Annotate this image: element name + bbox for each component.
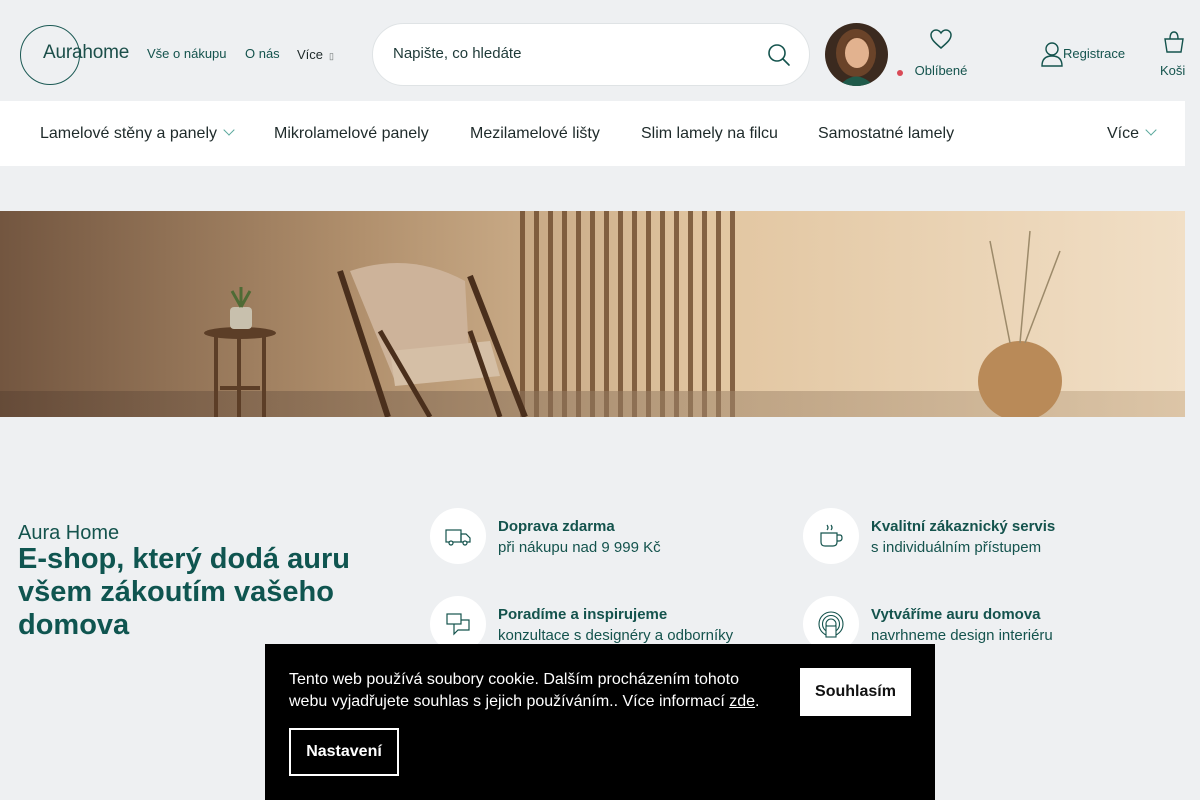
- category-label: Lamelové stěny a panely: [40, 125, 217, 142]
- user-icon[interactable]: [1041, 41, 1063, 67]
- feature-desc: navrhneme design interiéru: [871, 627, 1053, 644]
- feature-icon-circle: [430, 508, 486, 564]
- feature-title: Poradíme a inspirujeme: [498, 606, 668, 623]
- cart-link[interactable]: Koši: [1160, 63, 1185, 78]
- category-slim-lamely[interactable]: Slim lamely na filcu: [641, 125, 778, 143]
- search-box: [372, 23, 810, 86]
- category-lamelove-steny[interactable]: Lamelové stěny a panely: [40, 124, 235, 143]
- cookie-info-link[interactable]: zde: [729, 693, 755, 710]
- cup-icon: [820, 524, 843, 547]
- header: Aurahome Vše o nákupu O nás Více ▯ Oblíbe…: [0, 0, 1200, 101]
- intro-subtitle: Aura Home: [18, 522, 120, 544]
- feature-desc: konzultace s designéry a odborníky: [498, 627, 734, 644]
- heart-icon: [930, 29, 952, 49]
- status-dot: [897, 70, 903, 76]
- category-more-button[interactable]: Více: [1107, 124, 1157, 143]
- more-arrow-icon: ▯: [329, 51, 334, 61]
- cookie-text-end: .: [755, 693, 760, 710]
- cart-icon[interactable]: [1162, 30, 1186, 54]
- feature-icon-circle: [803, 508, 859, 564]
- chevron-down-icon: [1145, 124, 1157, 136]
- cookie-settings-button[interactable]: Nastavení: [289, 728, 399, 776]
- nav-link-about-us[interactable]: O nás: [245, 46, 280, 61]
- avatar[interactable]: [825, 23, 888, 86]
- hero-banner[interactable]: [0, 211, 1185, 417]
- chevron-down-icon: [223, 124, 235, 136]
- hero-image: [0, 211, 1185, 417]
- search-icon[interactable]: [767, 43, 791, 67]
- nav-more-button[interactable]: Více ▯: [297, 47, 334, 62]
- category-samostatne-lamely[interactable]: Samostatné lamely: [818, 125, 954, 143]
- chat-icon: [446, 613, 470, 636]
- nav-more-label: Více: [297, 47, 324, 62]
- category-mikrolamelove-panely[interactable]: Mikrolamelové panely: [274, 125, 429, 143]
- feature-desc: při nákupu nad 9 999 Kč: [498, 539, 661, 556]
- category-nav: Lamelové stěny a panely Mikrolamelové pa…: [0, 101, 1185, 166]
- register-link[interactable]: Registrace: [1063, 46, 1125, 61]
- aura-icon: [818, 611, 844, 638]
- favorites-label: Oblíbené: [914, 63, 968, 78]
- cookie-banner: Tento web používá soubory cookie. Dalším…: [265, 644, 935, 800]
- category-mezilamelove-listy[interactable]: Mezilamelové lišty: [470, 125, 600, 143]
- cookie-text: Tento web používá soubory cookie. Dalším…: [289, 669, 779, 713]
- nav-link-about-shopping[interactable]: Vše o nákupu: [147, 46, 227, 61]
- search-input[interactable]: [393, 45, 733, 62]
- intro-title: E-shop, který dodá auru všem zákoutím va…: [18, 543, 350, 641]
- feature-title: Vytváříme auru domova: [871, 606, 1041, 623]
- cookie-message: Tento web používá soubory cookie. Dalším…: [289, 671, 740, 710]
- logo-text[interactable]: Aurahome: [43, 42, 129, 64]
- feature-title: Doprava zdarma: [498, 518, 615, 535]
- truck-icon: [445, 529, 471, 546]
- feature-desc: s individuálním přístupem: [871, 539, 1042, 556]
- favorites-button[interactable]: Oblíbené: [910, 28, 972, 83]
- category-more-label: Více: [1107, 125, 1140, 142]
- feature-title: Kvalitní zákaznický servis: [871, 518, 1056, 535]
- cookie-accept-button[interactable]: Souhlasím: [800, 668, 911, 716]
